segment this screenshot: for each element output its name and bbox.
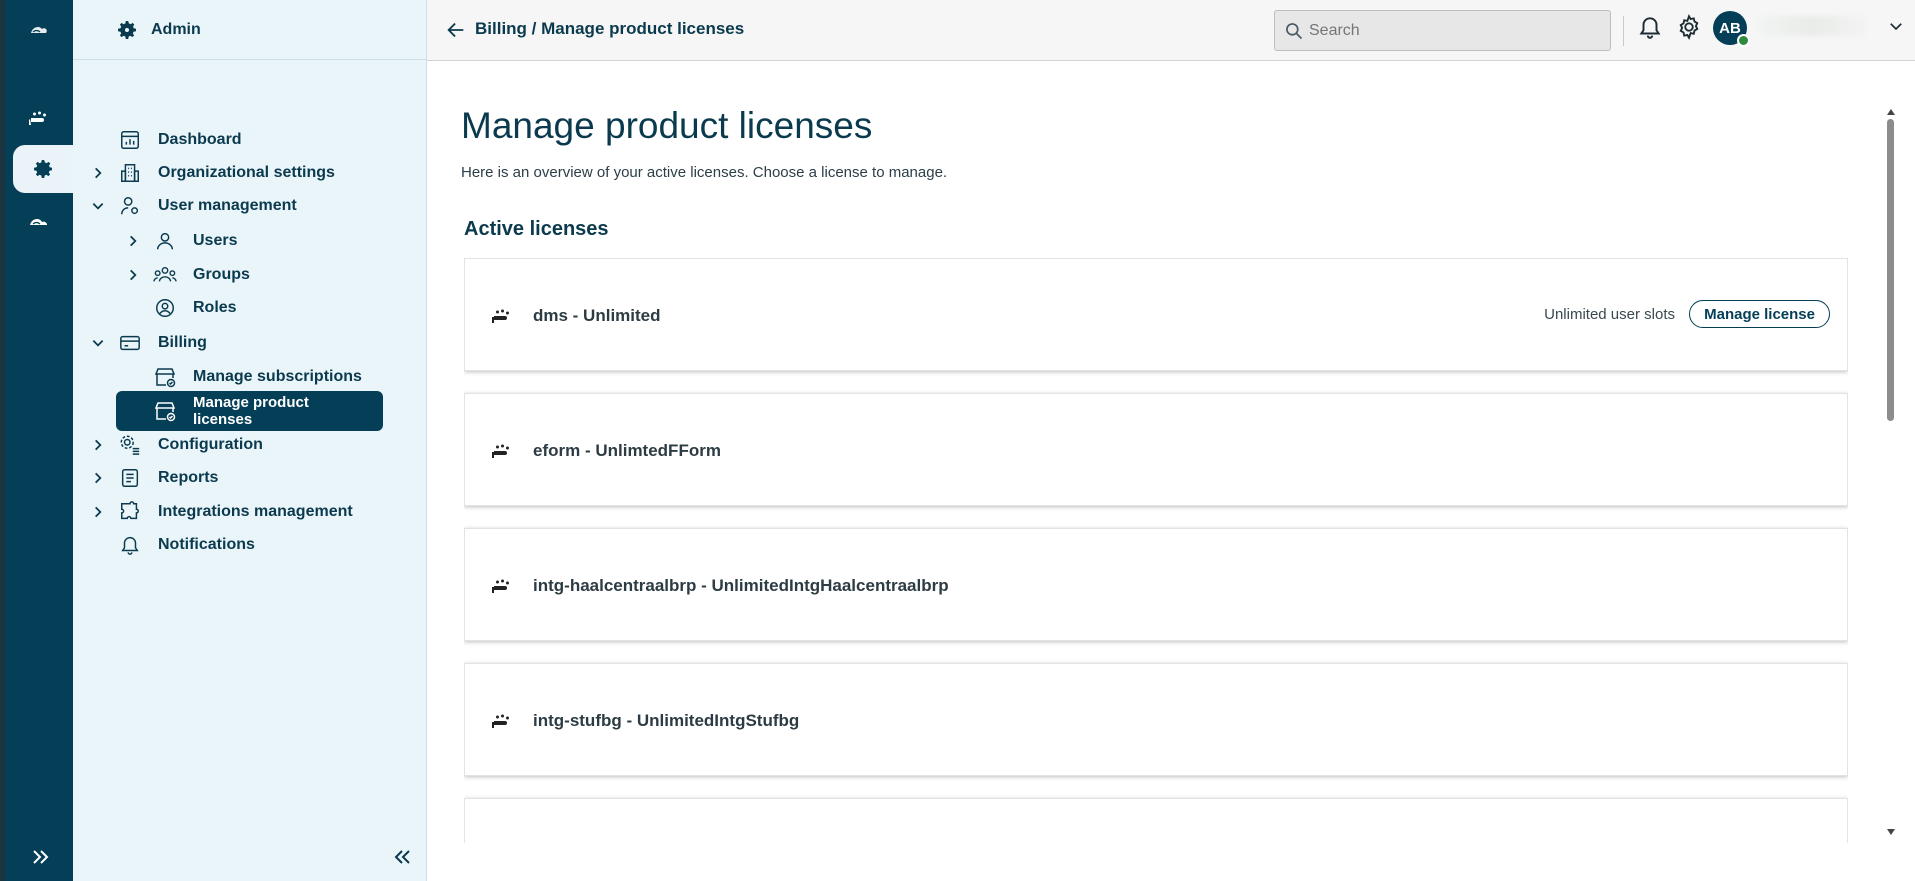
gear-icon[interactable] — [13, 145, 73, 193]
chevron-right-icon[interactable] — [90, 165, 106, 181]
license-card[interactable]: intg-haalcentraalbrp - UnlimitedIntgHaal… — [464, 528, 1848, 641]
sidebar-item-label: Reports — [158, 469, 219, 486]
puzzle-icon — [118, 500, 142, 524]
cloud-logo-icon[interactable] — [5, 6, 73, 54]
page-title: Manage product licenses — [461, 105, 873, 146]
section-title: Active licenses — [464, 218, 609, 240]
notifications-bell-icon[interactable] — [1637, 13, 1663, 41]
sidebar-item-label: User management — [158, 197, 297, 214]
gear-icon — [118, 20, 136, 39]
license-name: intg-stufbg - UnlimitedIntgStufbg — [533, 711, 800, 730]
online-status-icon — [1737, 34, 1750, 47]
hand-icon — [490, 709, 514, 733]
scrollbar[interactable] — [1884, 109, 1898, 839]
search-box[interactable] — [1274, 10, 1611, 51]
sidebar-item-label: Manage product licenses — [193, 394, 309, 428]
avatar[interactable]: AB — [1713, 11, 1750, 47]
license-slots: Unlimited user slots — [1544, 306, 1675, 323]
sidebar-header: Admin — [73, 0, 426, 60]
settings-gear-icon[interactable] — [1675, 13, 1703, 41]
license-card[interactable] — [464, 798, 1848, 843]
chevron-down-icon[interactable] — [90, 198, 106, 214]
hand-icon — [490, 439, 514, 463]
sidebar-item-notifications[interactable]: Notifications — [73, 525, 427, 565]
manage-license-button[interactable]: Manage license — [1689, 300, 1830, 328]
license-name: dms - Unlimited — [533, 306, 661, 325]
sidebar-item-label: Organizational settings — [158, 164, 335, 181]
sidebar-item-label: Notifications — [158, 536, 255, 553]
license-list: dms - Unlimited Unlimited user slots Man… — [464, 258, 1848, 843]
cloud-icon[interactable] — [5, 198, 73, 246]
store-icon — [153, 365, 177, 389]
sidebar-item-label: Roles — [193, 299, 237, 316]
bell-icon — [118, 533, 142, 557]
hand-icon[interactable] — [5, 94, 73, 142]
user-name-redacted — [1757, 16, 1867, 36]
building-icon — [118, 161, 142, 185]
chevron-right-icon[interactable] — [90, 504, 106, 520]
license-name: eform - UnlimtedFForm — [533, 441, 721, 460]
main-content: Manage product licenses Here is an overv… — [427, 61, 1915, 881]
search-input[interactable] — [1309, 11, 1599, 50]
sidebar-item-label: Users — [193, 232, 238, 249]
license-card[interactable]: dms - Unlimited Unlimited user slots Man… — [464, 258, 1848, 371]
sidebar-title: Admin — [151, 20, 201, 38]
license-card[interactable]: eform - UnlimtedFForm — [464, 393, 1848, 506]
chevron-right-icon[interactable] — [90, 470, 106, 486]
breadcrumb: Billing / Manage product licenses — [475, 19, 745, 38]
user-icon — [153, 229, 177, 253]
chevron-down-icon[interactable] — [1887, 17, 1905, 35]
page-subtitle: Here is an overview of your active licen… — [461, 164, 948, 181]
scroll-up-arrow-icon[interactable] — [1887, 109, 1895, 115]
chevron-right-icon[interactable] — [125, 267, 141, 283]
sidebar-item-label: Manage subscriptions — [193, 368, 362, 385]
license-card[interactable]: intg-stufbg - UnlimitedIntgStufbg — [464, 663, 1848, 776]
app-rail — [0, 0, 73, 881]
scroll-thumb[interactable] — [1887, 119, 1894, 421]
store-license-icon — [153, 399, 177, 423]
admin-sidebar: Admin Dashboard Organizational settings … — [73, 0, 427, 881]
chevron-right-icon[interactable] — [90, 437, 106, 453]
role-icon — [153, 296, 177, 320]
group-icon — [153, 263, 177, 287]
user-gear-icon — [118, 194, 142, 218]
chevron-double-left-icon[interactable] — [390, 845, 414, 869]
top-bar: Billing / Manage product licenses AB — [427, 0, 1915, 61]
dashboard-icon — [118, 128, 142, 152]
divider — [1623, 16, 1624, 46]
sidebar-item-label: Integrations management — [158, 503, 353, 520]
chevron-right-icon[interactable] — [125, 233, 141, 249]
sidebar-item-label: Groups — [193, 266, 250, 283]
config-icon — [118, 433, 142, 457]
chevron-down-icon[interactable] — [90, 335, 106, 351]
report-icon — [118, 466, 142, 490]
avatar-initials: AB — [1719, 19, 1741, 37]
search-icon — [1284, 21, 1304, 41]
sidebar-item-label: Configuration — [158, 436, 263, 453]
sidebar-item-label: Billing — [158, 334, 207, 351]
hand-icon — [490, 304, 514, 328]
back-arrow-icon[interactable] — [445, 19, 467, 41]
scroll-down-arrow-icon[interactable] — [1887, 829, 1895, 835]
sidebar-item-label: Dashboard — [158, 131, 242, 148]
hand-icon — [490, 574, 514, 598]
license-name: intg-haalcentraalbrp - UnlimitedIntgHaal… — [533, 576, 949, 595]
sidebar-item-roles[interactable]: Roles — [73, 288, 427, 328]
chevron-double-right-icon[interactable] — [29, 845, 53, 869]
sidebar-item-user-management[interactable]: User management — [73, 186, 427, 226]
card-icon — [118, 331, 142, 355]
